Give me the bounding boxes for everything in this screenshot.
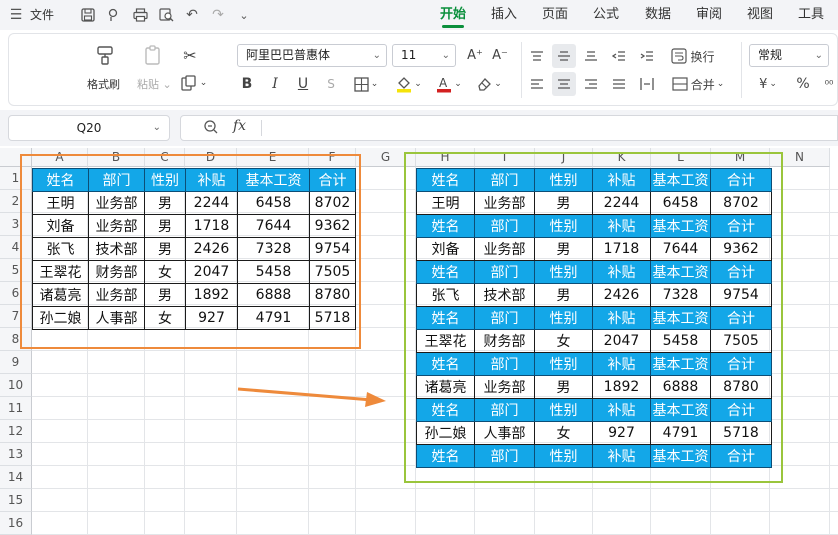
- currency-button[interactable]: ¥ ⌄: [753, 74, 783, 94]
- save-icon[interactable]: [78, 5, 98, 25]
- grid-line: [32, 488, 838, 489]
- row-header-9[interactable]: 9: [0, 351, 32, 374]
- increase-indent-icon[interactable]: [637, 46, 657, 66]
- wrap-text-button[interactable]: 换行: [663, 44, 723, 68]
- fx-icon[interactable]: fx: [233, 118, 246, 134]
- tab-review[interactable]: 审阅: [696, 0, 722, 30]
- align-left-icon[interactable]: [527, 74, 547, 94]
- distributed-align-icon[interactable]: [637, 74, 657, 94]
- decrease-indent-icon[interactable]: [609, 46, 629, 66]
- align-top-icon[interactable]: [527, 46, 547, 66]
- percent-button[interactable]: %: [793, 74, 813, 94]
- paste-icon[interactable]: [141, 43, 165, 67]
- chevron-down-icon: ⌄: [152, 122, 161, 133]
- menu-bar: ☰ 文件 ↶ ↷ ⌄ 开始 插入 页面 公式 数据 审阅 视图 工具: [0, 0, 838, 30]
- row-header-11[interactable]: 11: [0, 397, 32, 420]
- tab-insert[interactable]: 插入: [491, 0, 517, 30]
- shrink-font-icon[interactable]: A⁻: [489, 44, 511, 66]
- arrow-icon: [237, 387, 386, 407]
- tab-formula[interactable]: 公式: [593, 0, 619, 30]
- tab-tools[interactable]: 工具: [798, 0, 824, 30]
- row-header-16[interactable]: 16: [0, 512, 32, 535]
- file-menu[interactable]: 文件: [30, 0, 54, 30]
- font-name-select[interactable]: 阿里巴巴普惠体 ⌄: [237, 44, 387, 67]
- svg-text:A: A: [439, 76, 448, 90]
- borders-icon[interactable]: ⌄: [351, 74, 381, 94]
- number-format-select[interactable]: 常规 ⌄: [749, 44, 829, 67]
- justify-icon[interactable]: [609, 74, 629, 94]
- merge-cells-label: 合并: [690, 77, 715, 92]
- font-color-icon[interactable]: A ⌄: [433, 72, 465, 96]
- tab-home[interactable]: 开始: [440, 0, 466, 30]
- merge-cells-button[interactable]: 合并 ⌄: [663, 72, 733, 96]
- tab-view[interactable]: 视图: [747, 0, 773, 30]
- align-center-icon[interactable]: [552, 72, 576, 96]
- ribbon-divider: [741, 42, 742, 98]
- print-icon[interactable]: [130, 5, 150, 25]
- font-size-select[interactable]: 11 ⌄: [392, 44, 456, 67]
- formula-divider: [261, 120, 262, 136]
- tab-page[interactable]: 页面: [542, 0, 568, 30]
- align-right-icon[interactable]: [581, 74, 601, 94]
- paste-label[interactable]: 粘贴 ⌄: [137, 76, 172, 92]
- grid-line: [829, 167, 830, 535]
- row-header-13[interactable]: 13: [0, 443, 32, 466]
- name-box[interactable]: Q20 ⌄: [8, 115, 170, 141]
- grid-line: [32, 511, 838, 512]
- chevron-down-icon[interactable]: ⌄: [234, 5, 254, 25]
- align-middle-icon[interactable]: [552, 44, 576, 68]
- wrap-text-label: 换行: [690, 49, 715, 64]
- tab-data[interactable]: 数据: [645, 0, 671, 30]
- italic-button[interactable]: I: [265, 74, 285, 94]
- chevron-down-icon: ⌄: [814, 50, 823, 61]
- export-icon[interactable]: [104, 5, 124, 25]
- underline-button[interactable]: U: [293, 74, 313, 94]
- cut-icon[interactable]: ✂: [179, 44, 201, 66]
- strikethrough-icon[interactable]: S: [321, 74, 341, 94]
- formula-bar: Q20 ⌄ fx: [0, 110, 838, 146]
- redo-icon[interactable]: ↷: [208, 5, 228, 25]
- chevron-down-icon: ⌄: [372, 50, 381, 61]
- zoom-formula-icon[interactable]: [203, 119, 219, 139]
- fill-color-icon[interactable]: ⌄: [393, 72, 425, 96]
- chevron-down-icon: ⌄: [441, 50, 450, 61]
- clear-format-icon[interactable]: ⌄: [473, 72, 505, 96]
- print-preview-icon[interactable]: [156, 5, 176, 25]
- ribbon-divider: [521, 42, 522, 98]
- thousands-separator-icon[interactable]: ⁰⁰: [819, 74, 838, 94]
- row-header-14[interactable]: 14: [0, 466, 32, 489]
- formula-input[interactable]: fx: [180, 115, 838, 141]
- row-header-12[interactable]: 12: [0, 420, 32, 443]
- format-painter-icon[interactable]: [93, 43, 117, 67]
- copy-dropdown-icon[interactable]: ⌄: [200, 78, 208, 88]
- hamburger-menu-icon[interactable]: ☰: [6, 5, 26, 25]
- row-header-10[interactable]: 10: [0, 374, 32, 397]
- bold-button[interactable]: B: [237, 74, 257, 94]
- align-bottom-icon[interactable]: [581, 46, 601, 66]
- copy-icon[interactable]: ⌄: [179, 72, 209, 94]
- result-highlight-frame: [404, 152, 783, 483]
- source-highlight-frame: [20, 154, 361, 349]
- row-header-15[interactable]: 15: [0, 489, 32, 512]
- ribbon-toolbar: 格式刷 粘贴 ⌄ ✂ ⌄ 阿里巴巴普惠体 ⌄ 11 ⌄ A⁺ A⁻ B I U S …: [8, 33, 838, 106]
- grow-font-icon[interactable]: A⁺: [464, 44, 486, 66]
- format-painter-label[interactable]: 格式刷: [87, 76, 120, 92]
- undo-icon[interactable]: ↶: [182, 5, 202, 25]
